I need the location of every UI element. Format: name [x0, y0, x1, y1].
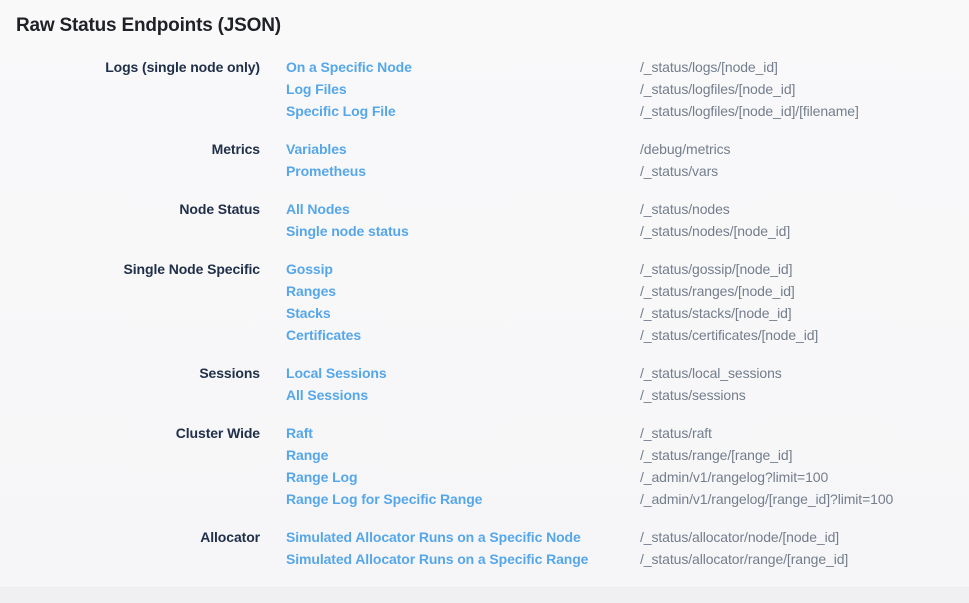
endpoint-row: Range Log for Specific Range /_admin/v1/…: [286, 488, 969, 510]
section-sessions: Sessions Local Sessions /_status/local_s…: [0, 362, 969, 406]
section-rows: Raft /_status/raft Range /_status/range/…: [286, 422, 969, 510]
endpoint-row: All Nodes /_status/nodes: [286, 198, 969, 220]
endpoint-row: All Sessions /_status/sessions: [286, 384, 969, 406]
endpoint-path: /_status/nodes: [640, 198, 969, 220]
endpoint-path: /_status/raft: [640, 422, 969, 444]
endpoint-row: Log Files /_status/logfiles/[node_id]: [286, 78, 969, 100]
endpoint-path: /_admin/v1/rangelog/[range_id]?limit=100: [640, 488, 969, 510]
endpoint-link[interactable]: Variables: [286, 138, 347, 160]
section-rows: On a Specific Node /_status/logs/[node_i…: [286, 56, 969, 122]
page-header: Raw Status Endpoints (JSON): [0, 0, 969, 38]
endpoint-path: /debug/metrics: [640, 138, 969, 160]
endpoint-link[interactable]: Log Files: [286, 78, 347, 100]
page-title: Raw Status Endpoints (JSON): [16, 14, 953, 38]
endpoint-path: /_admin/v1/rangelog?limit=100: [640, 466, 969, 488]
section-category: Logs (single node only): [16, 56, 260, 78]
endpoint-path: /_status/gossip/[node_id]: [640, 258, 969, 280]
endpoint-row: Variables /debug/metrics: [286, 138, 969, 160]
endpoint-row: Raft /_status/raft: [286, 422, 969, 444]
section-category: Node Status: [16, 198, 260, 220]
endpoint-link[interactable]: Single node status: [286, 220, 409, 242]
endpoint-row: Specific Log File /_status/logfiles/[nod…: [286, 100, 969, 122]
section-category: Single Node Specific: [16, 258, 260, 280]
section-rows: Simulated Allocator Runs on a Specific N…: [286, 526, 969, 570]
endpoint-path: /_status/certificates/[node_id]: [640, 324, 969, 346]
endpoint-path: /_status/local_sessions: [640, 362, 969, 384]
section-category: Cluster Wide: [16, 422, 260, 444]
endpoint-path: /_status/allocator/node/[node_id]: [640, 526, 969, 548]
endpoint-row: Stacks /_status/stacks/[node_id]: [286, 302, 969, 324]
endpoint-link[interactable]: On a Specific Node: [286, 56, 412, 78]
endpoint-path: /_status/nodes/[node_id]: [640, 220, 969, 242]
endpoint-row: Prometheus /_status/vars: [286, 160, 969, 182]
endpoint-row: Certificates /_status/certificates/[node…: [286, 324, 969, 346]
endpoint-path: /_status/logfiles/[node_id]/[filename]: [640, 100, 969, 122]
section-rows: Gossip /_status/gossip/[node_id] Ranges …: [286, 258, 969, 346]
endpoint-link[interactable]: Simulated Allocator Runs on a Specific N…: [286, 526, 581, 548]
endpoint-link[interactable]: Certificates: [286, 324, 361, 346]
endpoint-link[interactable]: Specific Log File: [286, 100, 396, 122]
endpoint-link[interactable]: Prometheus: [286, 160, 366, 182]
section-logs: Logs (single node only) On a Specific No…: [0, 56, 969, 122]
endpoint-link[interactable]: Gossip: [286, 258, 333, 280]
section-category: Metrics: [16, 138, 260, 160]
section-rows: Local Sessions /_status/local_sessions A…: [286, 362, 969, 406]
endpoint-link[interactable]: Local Sessions: [286, 362, 387, 384]
endpoint-link[interactable]: Range Log for Specific Range: [286, 488, 482, 510]
endpoint-link[interactable]: Range Log: [286, 466, 357, 488]
section-node-status: Node Status All Nodes /_status/nodes Sin…: [0, 198, 969, 242]
endpoint-path: /_status/logs/[node_id]: [640, 56, 969, 78]
endpoint-link[interactable]: Stacks: [286, 302, 331, 324]
section-metrics: Metrics Variables /debug/metrics Prometh…: [0, 138, 969, 182]
section-category: Allocator: [16, 526, 260, 548]
endpoint-row: Range Log /_admin/v1/rangelog?limit=100: [286, 466, 969, 488]
endpoint-path: /_status/logfiles/[node_id]: [640, 78, 969, 100]
endpoint-row: Ranges /_status/ranges/[node_id]: [286, 280, 969, 302]
endpoint-path: /_status/vars: [640, 160, 969, 182]
endpoint-row: Simulated Allocator Runs on a Specific N…: [286, 526, 969, 548]
debug-endpoints-page: Raw Status Endpoints (JSON) Logs (single…: [0, 0, 969, 603]
section-rows: All Nodes /_status/nodes Single node sta…: [286, 198, 969, 242]
endpoint-path: /_status/ranges/[node_id]: [640, 280, 969, 302]
section-cluster-wide: Cluster Wide Raft /_status/raft Range /_…: [0, 422, 969, 510]
endpoint-path: /_status/range/[range_id]: [640, 444, 969, 466]
endpoint-link[interactable]: All Nodes: [286, 198, 350, 220]
endpoint-row: On a Specific Node /_status/logs/[node_i…: [286, 56, 969, 78]
endpoint-link[interactable]: Ranges: [286, 280, 336, 302]
endpoint-path: /_status/sessions: [640, 384, 969, 406]
endpoint-link[interactable]: All Sessions: [286, 384, 368, 406]
endpoint-link[interactable]: Range: [286, 444, 328, 466]
endpoint-row: Range /_status/range/[range_id]: [286, 444, 969, 466]
endpoint-row: Simulated Allocator Runs on a Specific R…: [286, 548, 969, 570]
section-allocator: Allocator Simulated Allocator Runs on a …: [0, 526, 969, 570]
endpoint-path: /_status/allocator/range/[range_id]: [640, 548, 969, 570]
endpoints-list: Logs (single node only) On a Specific No…: [0, 56, 969, 570]
endpoint-row: Local Sessions /_status/local_sessions: [286, 362, 969, 384]
endpoint-link[interactable]: Raft: [286, 422, 313, 444]
endpoint-row: Single node status /_status/nodes/[node_…: [286, 220, 969, 242]
endpoint-link[interactable]: Simulated Allocator Runs on a Specific R…: [286, 548, 588, 570]
footer-band: [0, 587, 969, 603]
section-category: Sessions: [16, 362, 260, 384]
endpoint-row: Gossip /_status/gossip/[node_id]: [286, 258, 969, 280]
section-rows: Variables /debug/metrics Prometheus /_st…: [286, 138, 969, 182]
section-single-node-specific: Single Node Specific Gossip /_status/gos…: [0, 258, 969, 346]
endpoint-path: /_status/stacks/[node_id]: [640, 302, 969, 324]
